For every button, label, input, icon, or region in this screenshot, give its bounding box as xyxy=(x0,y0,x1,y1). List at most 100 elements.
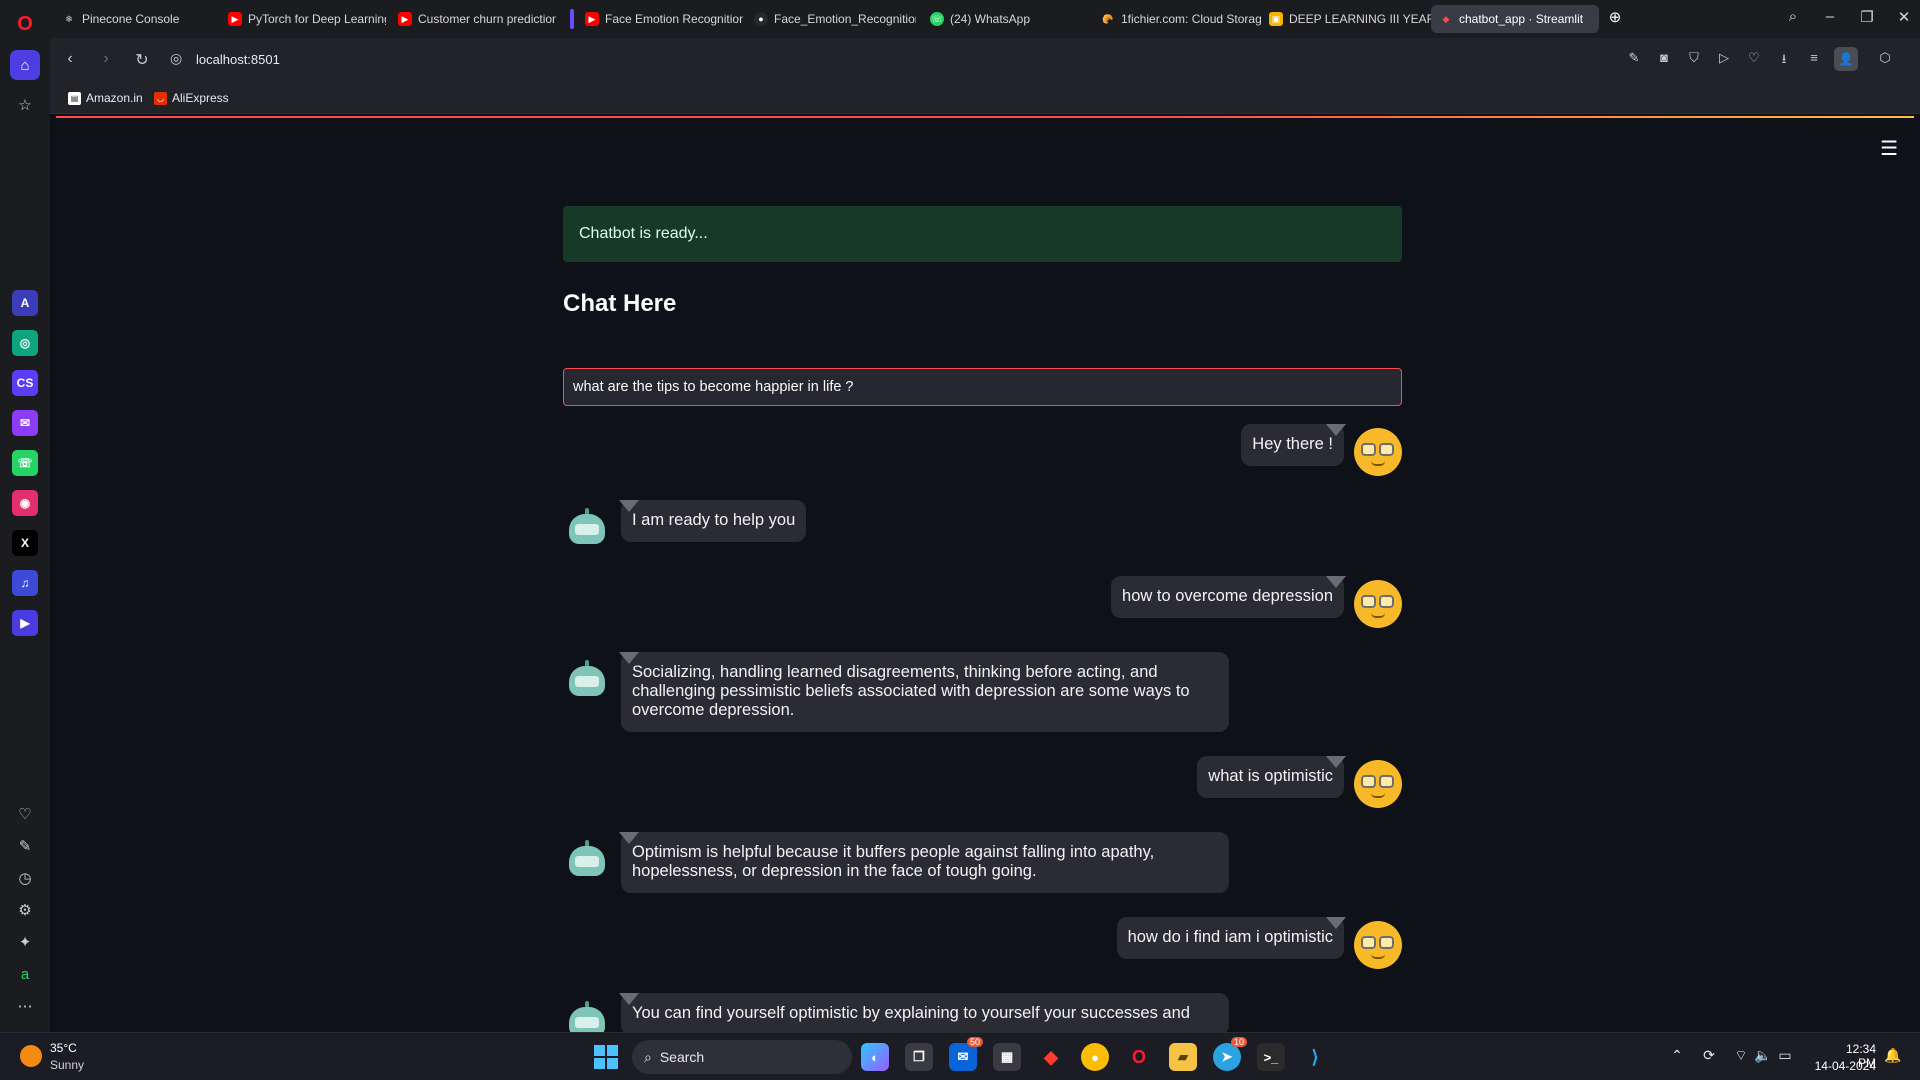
weather-description[interactable]: Sunny xyxy=(50,1058,84,1072)
user-avatar-icon xyxy=(1354,921,1402,969)
pinboard-icon[interactable]: ☆ xyxy=(13,93,37,117)
tips-icon[interactable]: ✦ xyxy=(13,930,37,954)
music-icon[interactable]: ♫ xyxy=(12,570,38,596)
menu-icon[interactable]: ≡ xyxy=(1805,50,1823,65)
chat-input[interactable] xyxy=(563,368,1402,406)
extensions-icon[interactable]: ⬡ xyxy=(1876,50,1894,66)
tab-label: chatbot_app · Streamlit xyxy=(1459,12,1584,26)
messenger-icon[interactable]: ✉ xyxy=(12,410,38,436)
chatsonic-icon[interactable]: CS xyxy=(12,370,38,396)
easy-setup-icon[interactable]: ✎ xyxy=(1625,50,1643,66)
telegram-icon[interactable]: ➤ 10 xyxy=(1213,1037,1247,1071)
main-menu-icon[interactable]: ☰ xyxy=(1880,136,1898,161)
opera-logo-icon[interactable]: O xyxy=(13,12,37,36)
file-explorer-icon[interactable]: ▰ xyxy=(1169,1043,1197,1071)
minimize-icon[interactable]: – xyxy=(1819,8,1841,25)
whatsapp-icon[interactable]: ☏ xyxy=(12,450,38,476)
bot-message: I am ready to help you xyxy=(563,500,1402,552)
vscode-icon[interactable]: ⟩ xyxy=(1301,1043,1329,1071)
instagram-icon[interactable]: ◉ xyxy=(12,490,38,516)
x-twitter-icon[interactable]: X xyxy=(12,530,38,556)
user-bubble: how do i find iam i optimistic xyxy=(1116,917,1347,959)
bot-bubble: You can find yourself optimistic by expl… xyxy=(619,993,1229,1032)
bookmark-heart-icon[interactable]: ♡ xyxy=(1745,50,1763,66)
tab-pinecone[interactable]: ❄ Pinecone Console xyxy=(54,5,214,33)
chatgpt-icon[interactable]: ◎ xyxy=(12,330,38,356)
tab-label: 1fichier.com: Cloud Storag xyxy=(1121,12,1262,26)
weather-temperature[interactable]: 35°C xyxy=(50,1041,77,1055)
tray-overflow-icon[interactable]: ⌃ xyxy=(1668,1047,1686,1064)
copilot-icon[interactable]: ◐ xyxy=(861,1043,889,1071)
page-icon: ▤ xyxy=(68,91,81,105)
user-message: how to overcome depression xyxy=(563,576,1402,628)
clock-date[interactable]: 14-04-2024 xyxy=(1812,1059,1876,1073)
store-icon[interactable]: ▦ xyxy=(993,1043,1021,1071)
profile-icon[interactable]: 👤 xyxy=(1834,47,1858,71)
wifi-icon[interactable]: ⌔ xyxy=(1732,1047,1750,1065)
opera-taskbar-icon[interactable]: O xyxy=(1125,1043,1153,1071)
tab-face-emotion-github[interactable]: ● Face_Emotion_Recognition xyxy=(746,5,916,33)
tab-label: DEEP LEARNING III YEAR I xyxy=(1289,12,1433,26)
more-icon[interactable]: ⋯ xyxy=(13,994,37,1018)
notifications-icon[interactable]: 🔔 xyxy=(1884,1047,1902,1064)
heart-icon[interactable]: ♡ xyxy=(13,802,37,826)
back-icon[interactable]: ‹ xyxy=(60,50,80,68)
opera-sidebar: O ⌂ ☆ A ◎ CS ✉ ☏ ◉ X ♫ ▶ ♡ ✎ ◷ ⚙ ✦ a ⋯ xyxy=(0,0,50,1032)
terminal-icon[interactable]: >_ xyxy=(1257,1043,1285,1071)
player-icon[interactable]: ▶ xyxy=(12,610,38,636)
edit-icon[interactable]: ✎ xyxy=(13,834,37,858)
chrome-icon[interactable]: ● xyxy=(1081,1043,1109,1071)
bookmark-aliexpress[interactable]: ◡ AliExpress xyxy=(154,91,229,105)
tab-1fichier[interactable]: 🥐 1fichier.com: Cloud Storag xyxy=(1093,5,1263,33)
forward-icon[interactable]: › xyxy=(96,50,116,68)
sun-icon[interactable] xyxy=(20,1045,42,1067)
url-field[interactable]: localhost:8501 xyxy=(196,52,280,67)
reload-icon[interactable]: ↻ xyxy=(132,50,152,70)
anydesk-icon[interactable]: ◆ xyxy=(1037,1043,1065,1071)
tab-label: PyTorch for Deep Learning xyxy=(248,12,386,26)
tab-deep-learning[interactable]: ▣ DEEP LEARNING III YEAR I xyxy=(1261,5,1433,33)
streamlit-app: ☰ Chatbot is ready... Chat Here Hey ther… xyxy=(50,114,1920,1032)
vpn-shield-icon[interactable]: ⛉ xyxy=(1685,50,1703,66)
settings-icon[interactable]: ⚙ xyxy=(13,898,37,922)
aliexpress-icon: ◡ xyxy=(154,91,167,105)
task-view-icon[interactable]: ❐ xyxy=(905,1043,933,1071)
amazon-icon[interactable]: a xyxy=(13,962,37,986)
site-info-icon[interactable]: ◎ xyxy=(170,50,182,67)
user-avatar-icon xyxy=(1354,760,1402,808)
tab-label: (24) WhatsApp xyxy=(950,12,1031,26)
windows-start-icon[interactable] xyxy=(594,1045,618,1069)
aria-icon[interactable]: A xyxy=(12,290,38,316)
bot-bubble: I am ready to help you xyxy=(618,500,807,542)
tab-pytorch[interactable]: ▶ PyTorch for Deep Learning xyxy=(220,5,386,33)
tab-churn[interactable]: ▶ Customer churn prediction xyxy=(390,5,556,33)
new-tab-icon[interactable]: ⊕ xyxy=(1604,8,1626,26)
volume-icon[interactable]: 🔈 xyxy=(1754,1047,1772,1064)
github-icon: ● xyxy=(754,12,768,26)
tab-face-emotion-video[interactable]: ▶ Face Emotion Recognition xyxy=(577,5,743,33)
mail-icon[interactable]: ✉ 50 xyxy=(949,1037,983,1071)
bookmark-label: AliExpress xyxy=(172,91,229,105)
tab-whatsapp[interactable]: ☏ (24) WhatsApp xyxy=(922,5,1092,33)
restore-icon[interactable]: ❐ xyxy=(1856,8,1878,26)
main-content: Chatbot is ready... Chat Here Hey there … xyxy=(563,206,1402,1032)
tab-label: Pinecone Console xyxy=(82,12,180,26)
search-tabs-icon[interactable]: ⌕ xyxy=(1782,8,1804,25)
history-icon[interactable]: ◷ xyxy=(13,866,37,890)
user-bubble: how to overcome depression xyxy=(1111,576,1346,618)
tab-chatbot-app[interactable]: ◆ chatbot_app · Streamlit xyxy=(1431,5,1599,33)
taskbar-search[interactable]: ⌕ Search xyxy=(632,1040,852,1074)
user-avatar-icon xyxy=(1354,428,1402,476)
player-icon[interactable]: ▷ xyxy=(1715,50,1733,66)
bot-bubble: Optimism is helpful because it buffers p… xyxy=(619,832,1229,893)
battery-icon[interactable]: ▭ xyxy=(1776,1047,1794,1064)
tab-label: Customer churn prediction xyxy=(418,12,556,26)
sync-icon[interactable]: ⟳ xyxy=(1700,1047,1718,1064)
download-icon[interactable]: ⭳ xyxy=(1775,50,1793,72)
fichier-icon: 🥐 xyxy=(1102,13,1114,24)
home-icon[interactable]: ⌂ xyxy=(10,50,40,80)
bot-message: Socializing, handling learned disagreeme… xyxy=(563,652,1402,732)
snapshot-icon[interactable]: ◙ xyxy=(1655,50,1673,65)
close-window-icon[interactable]: ✕ xyxy=(1893,8,1915,26)
bookmark-amazon[interactable]: ▤ Amazon.in xyxy=(68,91,143,105)
